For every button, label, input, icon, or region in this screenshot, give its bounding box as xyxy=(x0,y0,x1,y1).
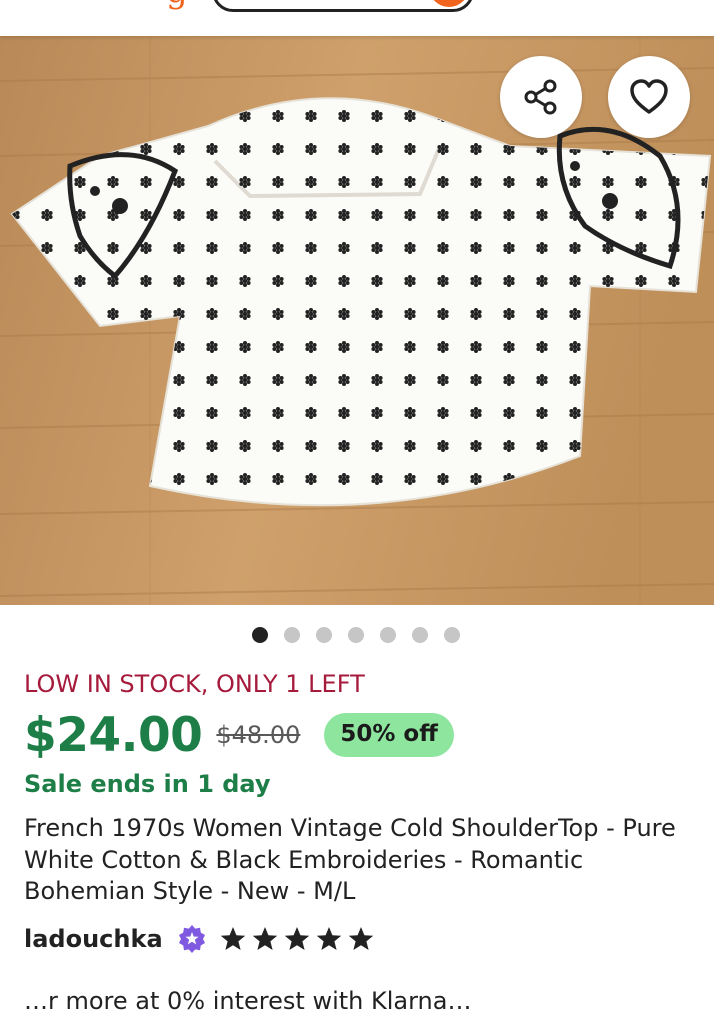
heart-outline-icon xyxy=(630,79,668,114)
carousel-dot[interactable] xyxy=(284,627,300,643)
star-icon xyxy=(316,927,341,950)
top-bar: g xyxy=(0,0,714,36)
star-seller-badge-icon[interactable] xyxy=(177,924,207,954)
sale-price: $24.00 xyxy=(24,707,203,763)
carousel-dot[interactable] xyxy=(252,627,268,643)
image-carousel-indicator xyxy=(252,626,460,644)
star-icon xyxy=(220,927,245,950)
search-bar[interactable] xyxy=(212,0,474,12)
stock-status: LOW IN STOCK, ONLY 1 LEFT xyxy=(24,670,365,698)
star-icon xyxy=(252,927,277,950)
payment-plan-text: …r more at 0% interest with Klarna… xyxy=(24,987,472,1015)
carousel-dot[interactable] xyxy=(316,627,332,643)
sale-countdown: Sale ends in 1 day xyxy=(24,770,271,798)
carousel-dot[interactable] xyxy=(444,627,460,643)
discount-badge: 50% off xyxy=(324,713,454,757)
carousel-dot[interactable] xyxy=(380,627,396,643)
share-button[interactable] xyxy=(500,56,582,138)
site-logo[interactable]: g xyxy=(166,0,188,8)
rating-stars[interactable] xyxy=(219,925,375,953)
listing-title: French 1970s Women Vintage Cold Shoulder… xyxy=(24,814,676,905)
price-row: $24.00 $48.00 50% off xyxy=(24,704,454,766)
carousel-dot[interactable] xyxy=(412,627,428,643)
star-icon xyxy=(284,927,309,950)
shop-row: ladouchka xyxy=(24,921,375,957)
star-icon xyxy=(348,927,373,950)
share-icon xyxy=(524,79,557,115)
carousel-dot[interactable] xyxy=(348,627,364,643)
favorite-button[interactable] xyxy=(608,56,690,138)
shop-name-link[interactable]: ladouchka xyxy=(24,925,163,953)
original-price: $48.00 xyxy=(216,721,301,749)
product-photo xyxy=(0,36,714,605)
search-button[interactable] xyxy=(429,0,469,7)
product-image[interactable] xyxy=(0,36,714,605)
